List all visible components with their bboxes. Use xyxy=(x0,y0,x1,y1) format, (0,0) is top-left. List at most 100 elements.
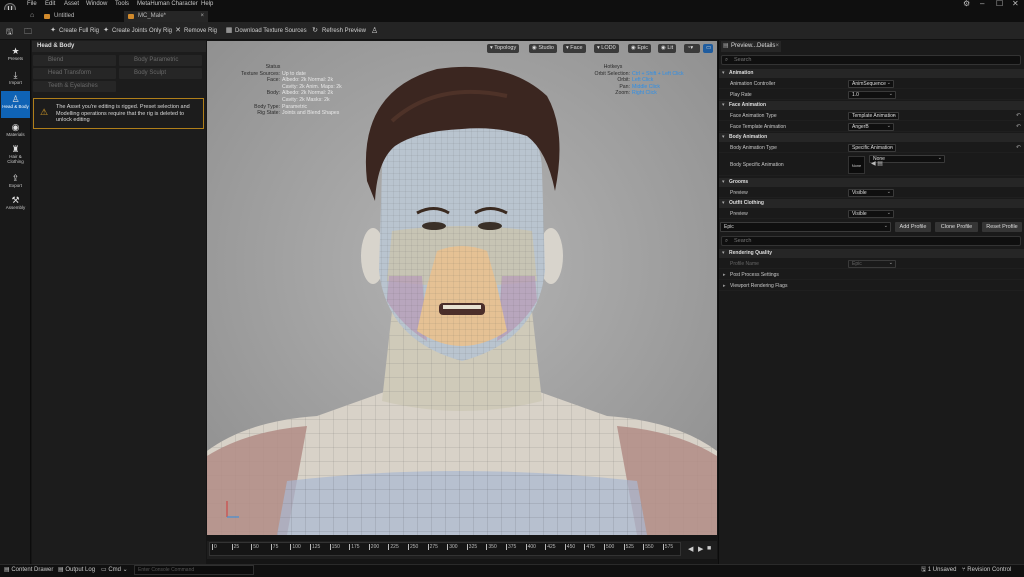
settings-icon[interactable]: ⚙ xyxy=(963,0,970,8)
console-command-input[interactable]: Enter Console Command xyxy=(134,565,254,575)
outfit-preview-select[interactable]: Visible xyxy=(848,210,894,218)
play-icon[interactable]: ▶ xyxy=(698,545,703,553)
menu-asset[interactable]: Asset xyxy=(64,1,79,7)
play-rate-input[interactable]: 1.0 xyxy=(848,91,896,99)
content-drawer-button[interactable]: ▤ Content Drawer xyxy=(4,566,53,575)
details-icon: ▤ xyxy=(723,43,729,49)
control-label: Studio xyxy=(538,45,554,51)
tool-import[interactable]: ⤓ Import xyxy=(1,67,30,93)
reset-icon[interactable]: ↶ xyxy=(1016,143,1021,153)
profile-select[interactable]: Epic xyxy=(720,222,891,232)
hotkey-value: Left Click xyxy=(632,77,654,84)
button-label: Cmd xyxy=(108,567,122,573)
timeline-tick: 450 xyxy=(564,544,576,550)
lod-dropdown[interactable]: ▾ LOD0 xyxy=(594,44,619,53)
user-icon[interactable]: ♙ xyxy=(371,26,378,35)
close-icon[interactable]: ✕ xyxy=(1012,0,1019,8)
maximize-icon[interactable]: ☐ xyxy=(996,0,1003,8)
profile-name-input[interactable]: Epic xyxy=(848,260,896,268)
lit-dropdown[interactable]: ◉ Lit xyxy=(658,44,677,53)
output-log-button[interactable]: ▤ Output Log xyxy=(58,566,95,575)
section-body-animation[interactable]: Body Animation xyxy=(719,133,1024,142)
home-icon[interactable]: ⌂ xyxy=(30,12,34,19)
menu-tools[interactable]: Tools xyxy=(115,1,129,7)
create-joints-only-rig-button[interactable]: ✦ Create Joints Only Rig xyxy=(102,27,172,35)
row-profile-name: Profile Name Epic xyxy=(719,259,1024,269)
content-browser-icon[interactable]: 🗀 xyxy=(24,26,32,40)
teeth-eyelashes-button[interactable]: Teeth & Eyelashes xyxy=(33,81,116,92)
quality-dropdown[interactable]: ◉ Epic xyxy=(628,44,652,53)
revision-control-button[interactable]: ⑂ Revision Control xyxy=(962,566,1011,575)
close-tab-icon[interactable]: × xyxy=(775,41,779,52)
reset-icon[interactable]: ↶ xyxy=(1016,122,1021,132)
face-animation-type-select[interactable]: Template Animation xyxy=(848,112,899,120)
row-post-process-settings[interactable]: ▸ Post Process Settings xyxy=(719,270,1024,280)
animation-thumbnail[interactable]: None xyxy=(848,156,865,174)
cmd-dropdown[interactable]: ▭ Cmd ⌄ xyxy=(101,566,128,575)
unsaved-button[interactable]: 🖫 1 Unsaved xyxy=(921,566,956,575)
camera-icon[interactable]: ◔▾ xyxy=(684,44,700,53)
create-full-rig-button[interactable]: ✦ Create Full Rig xyxy=(49,27,99,35)
blend-button[interactable]: Blend xyxy=(33,55,116,66)
search-icon: ⌕ xyxy=(725,238,729,244)
head-transform-button[interactable]: Head Transform xyxy=(33,68,116,79)
tool-hair-clothing[interactable]: ♜ Hair & Clothing xyxy=(1,141,30,169)
download-texture-sources-button[interactable]: ▦ Download Texture Sources xyxy=(225,27,307,35)
layout-icon[interactable]: ▭ xyxy=(703,44,713,53)
section-outfit-clothing[interactable]: Outfit Clothing xyxy=(719,199,1024,208)
face-template-animation-select[interactable]: AngerB xyxy=(848,123,894,131)
details-search-input[interactable]: ⌕ Search xyxy=(721,55,1021,65)
tool-presets[interactable]: ★ Presets xyxy=(1,43,30,69)
rig-icon: ✦ xyxy=(50,27,56,34)
clone-profile-button[interactable]: Clone Profile xyxy=(935,222,978,232)
timeline-ruler[interactable]: 0 25 50 75 100 125 150 175 200 225 250 275 300 325 350… xyxy=(209,542,681,556)
animation-controller-select[interactable]: AnimSequence xyxy=(848,80,894,88)
studio-dropdown[interactable]: ◉ Studio xyxy=(529,44,557,53)
details-tab[interactable]: ▤ Preview...Details × xyxy=(721,41,781,52)
body-sculpt-button[interactable]: Body Sculpt xyxy=(119,68,202,79)
reset-icon[interactable]: ↶ xyxy=(1016,111,1021,121)
button-label: Refresh Preview xyxy=(322,28,367,34)
menu-metahuman-character[interactable]: MetaHuman Character xyxy=(137,1,198,7)
body-animation-type-select[interactable]: Specific Animation xyxy=(848,144,896,152)
button-label: Revision Control xyxy=(967,567,1012,573)
remove-rig-button[interactable]: ✕ Remove Rig xyxy=(174,27,217,35)
stop-icon[interactable]: ■ xyxy=(707,545,711,552)
row-viewport-rendering-flags[interactable]: ▸ Viewport Rendering Flags xyxy=(719,281,1024,291)
step-back-icon[interactable]: ◀ xyxy=(688,545,693,553)
profile-search-input[interactable]: ⌕ Search xyxy=(721,236,1021,246)
timeline-tick: 325 xyxy=(466,544,478,550)
save-icon[interactable]: 🖫 xyxy=(6,26,13,40)
browse-icon[interactable]: ◀ ▤ xyxy=(871,160,883,168)
menu-file[interactable]: File xyxy=(27,1,37,7)
menu-edit[interactable]: Edit xyxy=(45,1,55,7)
row-body-animation-type: Body Animation Type Specific Animation ↶ xyxy=(719,143,1024,153)
timeline-tick: 150 xyxy=(329,544,340,550)
row-label: Body Specific Animation xyxy=(730,162,784,168)
tool-head-body[interactable]: ♙ Head & Body xyxy=(1,91,30,118)
tab-mc-male[interactable]: MC_Male* × xyxy=(124,11,208,22)
close-tab-icon[interactable]: × xyxy=(200,11,204,22)
menu-help[interactable]: Help xyxy=(201,1,213,7)
warning-icon: ⚠ xyxy=(40,107,49,117)
row-body-specific-animation: Body Specific Animation None None ◀ ▤ xyxy=(719,154,1024,176)
minimize-icon[interactable]: – xyxy=(980,0,984,8)
grooms-preview-select[interactable]: Visible xyxy=(848,189,894,197)
face-dropdown[interactable]: ▾ Face xyxy=(563,44,586,53)
metahuman-asset-icon xyxy=(128,14,134,19)
status-row: Cavity: 2k Masks: 2k xyxy=(228,97,358,104)
add-profile-button[interactable]: Add Profile xyxy=(895,222,931,232)
menu-window[interactable]: Window xyxy=(86,1,107,7)
body-parametric-button[interactable]: Body Parametric xyxy=(119,55,202,66)
tool-assembly[interactable]: ⚒ Assembly xyxy=(1,192,30,218)
tab-untitled[interactable]: Untitled xyxy=(40,11,120,22)
hotkey-key: Pan: xyxy=(619,83,630,90)
topology-dropdown[interactable]: ▾ Topology xyxy=(487,44,520,53)
section-animation[interactable]: Animation xyxy=(719,69,1024,78)
refresh-preview-button[interactable]: ↻ Refresh Preview xyxy=(311,27,366,35)
section-face-animation[interactable]: Face Animation xyxy=(719,101,1024,110)
reset-profile-button[interactable]: Reset Profile xyxy=(982,222,1022,232)
section-rendering-quality[interactable]: Rendering Quality xyxy=(719,249,1024,258)
section-grooms[interactable]: Grooms xyxy=(719,178,1024,187)
timeline-tick: 350 xyxy=(486,544,497,550)
